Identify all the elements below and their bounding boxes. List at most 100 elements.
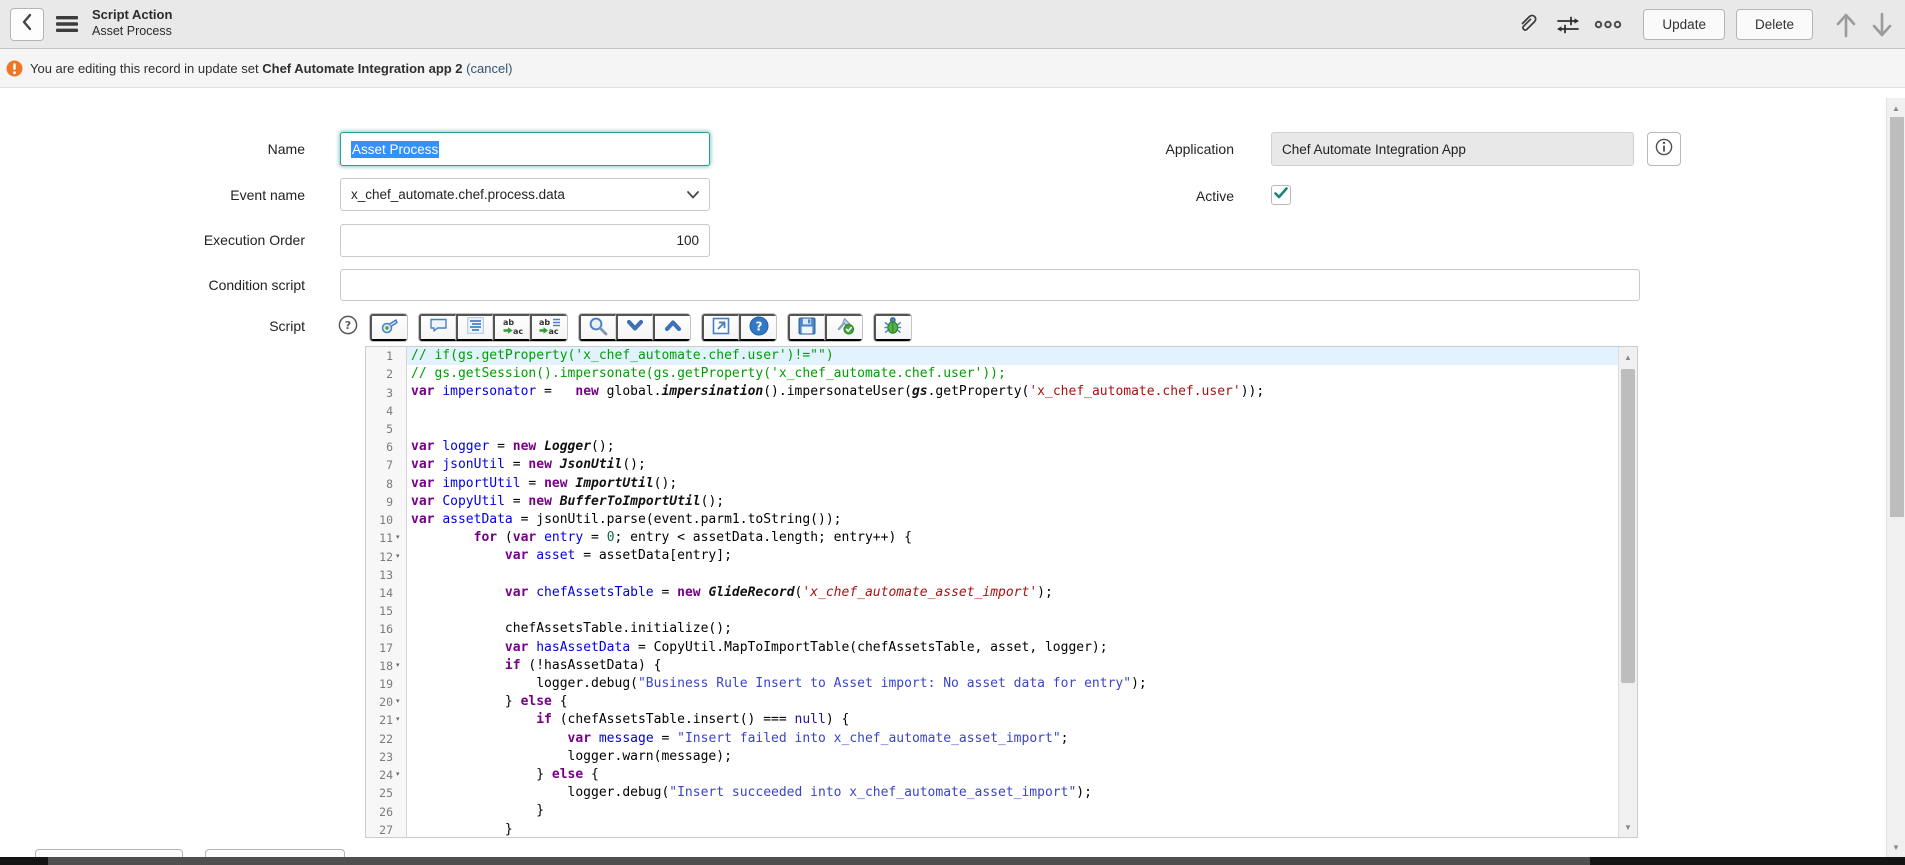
line-number: 14 (366, 586, 396, 600)
line-number: 27 (366, 823, 396, 837)
editor-scrollbar[interactable]: ▲ ▼ (1618, 347, 1637, 837)
application-value: Chef Automate Integration App (1282, 142, 1466, 157)
back-button[interactable] (10, 8, 44, 41)
line-number: 2 (366, 367, 396, 381)
find-next-button[interactable] (616, 314, 653, 341)
gutter-row: 9 (366, 493, 406, 511)
gutter-row: 25 (366, 784, 406, 802)
code-line[interactable]: var importUtil = new ImportUtil(); (407, 475, 1618, 493)
editor-scroll-up-icon[interactable]: ▲ (1619, 349, 1637, 365)
horizontal-scrollbar-thumb[interactable] (48, 857, 1590, 865)
execution-order-input[interactable]: 100 (340, 224, 710, 257)
code-line[interactable]: var message = "Insert failed into x_chef… (407, 730, 1618, 748)
code-line[interactable]: } else { (407, 766, 1618, 784)
code-line[interactable] (407, 402, 1618, 420)
code-line[interactable]: var assetData = jsonUtil.parse(event.par… (407, 511, 1618, 529)
code-line[interactable]: logger.warn(message); (407, 748, 1618, 766)
fold-toggle-icon[interactable]: ▾ (396, 693, 406, 711)
line-number: 20 (366, 695, 396, 709)
syntax-highlight-button[interactable] (370, 314, 407, 341)
editor-scroll-down-icon[interactable]: ▼ (1619, 819, 1637, 835)
page-scrollbar[interactable]: ▲ ▼ (1886, 98, 1905, 857)
script-code-editor[interactable]: 1234567891011▾12▾131415161718▾1920▾21▾22… (365, 346, 1638, 838)
open-fullscreen-button[interactable] (702, 314, 739, 341)
code-line[interactable]: logger.debug("Business Rule Insert to As… (407, 675, 1618, 693)
code-line[interactable] (407, 602, 1618, 620)
code-line[interactable]: var logger = new Logger(); (407, 438, 1618, 456)
code-line[interactable]: var chefAssetsTable = new GlideRecord('x… (407, 584, 1618, 602)
code-line[interactable]: var hasAssetData = CopyUtil.MapToImportT… (407, 639, 1618, 657)
fold-toggle-icon[interactable]: ▾ (396, 529, 406, 547)
format-code-icon (467, 317, 484, 337)
line-number: 26 (366, 805, 396, 819)
format-code-button[interactable] (456, 314, 493, 341)
find-next-icon (626, 319, 644, 335)
application-info-button[interactable] (1647, 132, 1681, 166)
application-field: Chef Automate Integration App (1271, 132, 1634, 166)
code-line[interactable]: } else { (407, 693, 1618, 711)
code-line[interactable]: if (!hasAssetData) { (407, 657, 1618, 675)
code-line[interactable]: // gs.getSession().impersonate(gs.getPro… (407, 365, 1618, 383)
replace-all-button[interactable]: abac (530, 314, 567, 341)
attachment-icon[interactable] (1513, 9, 1543, 41)
find-previous-button[interactable] (653, 314, 690, 341)
active-checkbox[interactable] (1271, 185, 1291, 205)
syntax-check-icon (835, 316, 855, 338)
context-menu-icon[interactable] (56, 15, 78, 38)
code-line[interactable]: chefAssetsTable.initialize(); (407, 620, 1618, 638)
code-line[interactable]: } (407, 821, 1618, 837)
back-chevron-icon (20, 13, 34, 36)
code-pane[interactable]: // if(gs.getProperty('x_chef_automate.ch… (407, 347, 1618, 837)
next-record-icon[interactable] (1867, 9, 1897, 41)
code-line[interactable] (407, 420, 1618, 438)
name-input[interactable]: Asset Process (340, 132, 710, 166)
code-line[interactable]: for (var entry = 0; entry < assetData.le… (407, 529, 1618, 547)
editor-scrollbar-thumb[interactable] (1621, 369, 1635, 683)
debug-button[interactable] (874, 314, 911, 341)
toggle-comment-button[interactable] (419, 314, 456, 341)
fold-toggle-icon[interactable]: ▾ (396, 548, 406, 566)
update-button[interactable]: Update (1643, 9, 1725, 40)
code-line-active[interactable]: // if(gs.getProperty('x_chef_automate.ch… (407, 347, 1618, 365)
gutter-row: 3 (366, 383, 406, 401)
delete-button[interactable]: Delete (1736, 9, 1813, 40)
code-line[interactable] (407, 566, 1618, 584)
search-button[interactable] (579, 314, 616, 341)
personalize-form-icon[interactable] (1553, 9, 1583, 41)
code-line[interactable]: if (chefAssetsTable.insert() === null) { (407, 711, 1618, 729)
toolbar-group (369, 313, 408, 342)
line-number: 22 (366, 732, 396, 746)
save-button[interactable] (788, 314, 825, 341)
replace-button[interactable]: abac (493, 314, 530, 341)
code-line[interactable]: var asset = assetData[entry]; (407, 547, 1618, 565)
event-name-select[interactable]: x_chef_automate.chef.process.data (340, 178, 710, 211)
cancel-update-set-link[interactable]: (cancel) (466, 61, 512, 76)
fold-toggle-icon[interactable]: ▾ (396, 766, 406, 784)
fold-toggle-icon[interactable]: ▾ (396, 657, 406, 675)
script-editor-toolbar: ? abacabac? (337, 312, 912, 342)
script-help-button[interactable]: ? (337, 316, 359, 338)
condition-script-input[interactable] (340, 269, 1640, 301)
page-scroll-up-icon[interactable]: ▲ (1887, 100, 1905, 116)
horizontal-scrollbar[interactable] (0, 857, 1905, 865)
page-scroll-down-icon[interactable]: ▼ (1887, 839, 1905, 855)
execution-order-label: Execution Order (60, 232, 305, 248)
code-line[interactable]: var jsonUtil = new JsonUtil(); (407, 456, 1618, 474)
fold-toggle-icon[interactable]: ▾ (396, 711, 406, 729)
code-line[interactable]: } (407, 802, 1618, 820)
line-number: 17 (366, 641, 396, 655)
page-scrollbar-thumb[interactable] (1890, 117, 1904, 517)
editor-help-button[interactable]: ? (739, 314, 776, 341)
code-line[interactable]: logger.debug("Insert succeeded into x_ch… (407, 784, 1618, 802)
code-line[interactable]: var impersonator = new global.impersinat… (407, 383, 1618, 401)
toolbar-group (873, 313, 912, 342)
name-input-selected-text: Asset Process (351, 141, 439, 158)
code-line[interactable]: var CopyUtil = new BufferToImportUtil(); (407, 493, 1618, 511)
syntax-check-button[interactable] (825, 314, 862, 341)
previous-record-icon[interactable] (1831, 9, 1861, 41)
gutter-row: 6 (366, 438, 406, 456)
gutter-row: 8 (366, 475, 406, 493)
gutter-row: 15 (366, 602, 406, 620)
line-number: 1 (366, 349, 396, 363)
more-options-icon[interactable] (1593, 9, 1623, 41)
